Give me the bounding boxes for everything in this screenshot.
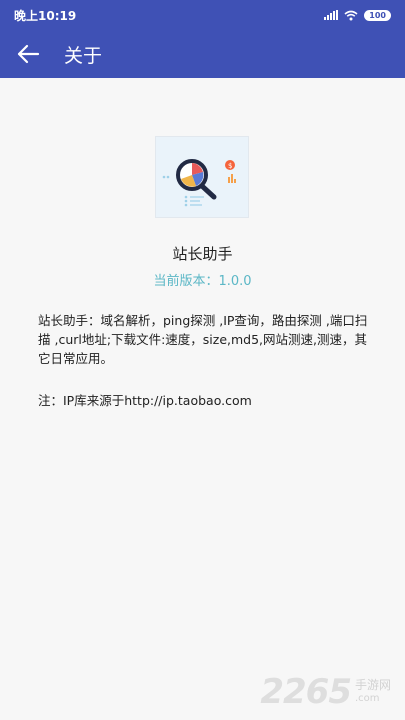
svg-text:$: $ <box>228 162 232 170</box>
magnifier-chart-icon: $ <box>162 159 236 207</box>
watermark-number: 2265 <box>260 672 352 712</box>
page-title: 关于 <box>64 44 103 67</box>
status-time: 晚上10:19 <box>14 8 77 23</box>
wifi-icon <box>344 10 358 20</box>
status-icons: 100 <box>324 9 391 21</box>
watermark-domain: .com <box>354 693 380 704</box>
arrow-left-icon <box>17 44 40 64</box>
watermark-brand: 手游网 <box>354 678 391 692</box>
app-name: 站长助手 <box>172 245 233 263</box>
app-logo: $ <box>155 136 249 218</box>
app-version: 当前版本：1.0.0 <box>153 274 252 289</box>
watermark: 2265 手游网 .com <box>260 672 391 712</box>
battery-indicator: 100 <box>364 9 391 21</box>
data-source-note: 注：IP库来源于http://ip.taobao.com <box>38 393 252 408</box>
signal-icon <box>324 10 339 20</box>
app-description: 站长助手：域名解析，ping探测 ,IP查询，路由探测 ,端口扫描 ,curl地… <box>38 313 368 366</box>
app-bar: 关于 <box>0 30 405 78</box>
status-bar: 晚上10:19 100 <box>0 0 405 30</box>
back-button[interactable] <box>0 30 56 78</box>
